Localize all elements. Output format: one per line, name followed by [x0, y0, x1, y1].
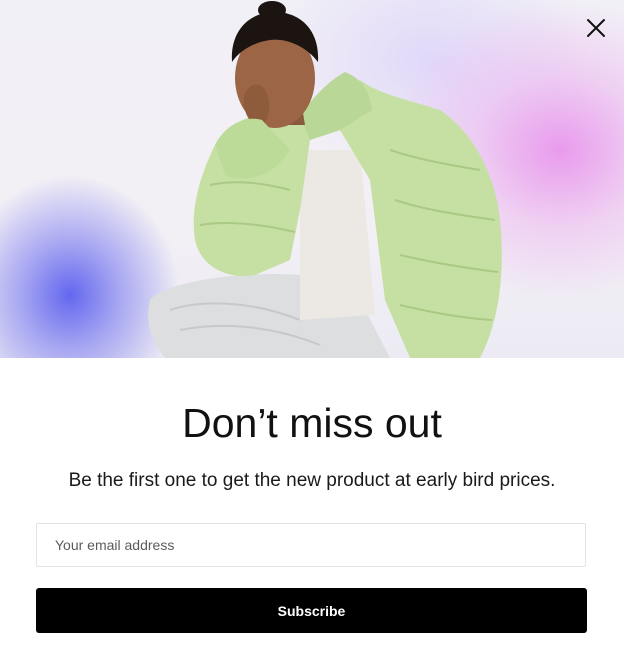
- email-field[interactable]: [36, 523, 586, 567]
- popup-content: Don’t miss out Be the first one to get t…: [0, 358, 624, 663]
- hero-image: [0, 0, 624, 358]
- popup-title: Don’t miss out: [182, 400, 442, 446]
- subscribe-popup: Don’t miss out Be the first one to get t…: [0, 0, 624, 663]
- model-illustration: [148, 1, 502, 358]
- close-button[interactable]: [584, 16, 608, 40]
- subscribe-button[interactable]: Subscribe: [36, 588, 587, 633]
- popup-subtitle: Be the first one to get the new product …: [68, 470, 556, 491]
- close-icon: [587, 19, 605, 37]
